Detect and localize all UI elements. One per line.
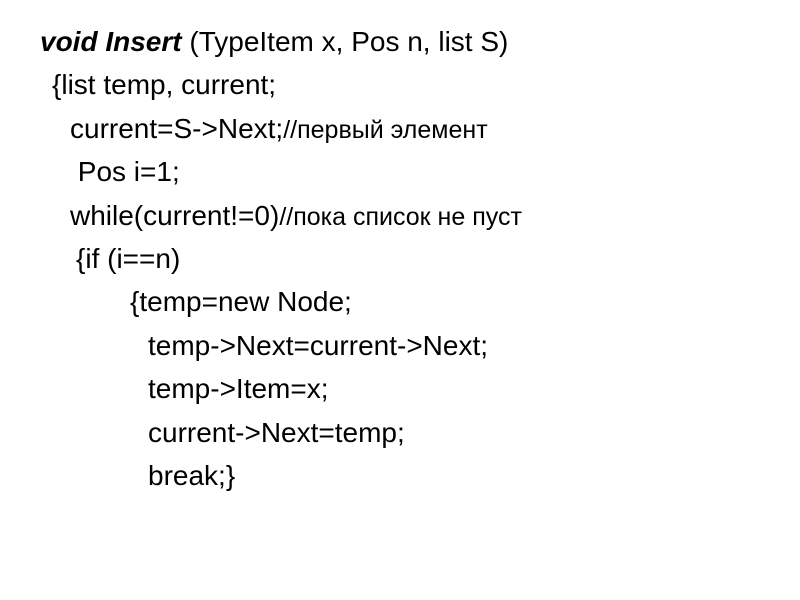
code-line-7: {temp=new Node;: [40, 280, 770, 323]
code-line-3: current=S->Next;//первый элемент: [40, 107, 770, 150]
function-signature-bold: void Insert: [40, 26, 189, 57]
code-line-10: current->Next=temp;: [40, 411, 770, 454]
code-line-4: Pos i=1;: [40, 150, 770, 193]
code-line-2: {list temp, current;: [40, 63, 770, 106]
code-line-6: {if (i==n): [40, 237, 770, 280]
code-line-8: temp->Next=current->Next;: [40, 324, 770, 367]
code-line-9: temp->Item=x;: [40, 367, 770, 410]
code-line-5-code: while(current!=0): [70, 200, 279, 231]
code-line-11: break;}: [40, 454, 770, 497]
code-line-3-comment: //первый элемент: [283, 116, 487, 144]
code-line-5-comment: //пока список не пуст: [279, 203, 522, 231]
code-line-3-code: current=S->Next;: [70, 113, 283, 144]
code-line-1: void Insert (TypeItem x, Pos n, list S): [40, 20, 770, 63]
code-line-5: while(current!=0)//пока список не пуст: [40, 194, 770, 237]
function-params: (TypeItem x, Pos n, list S): [189, 26, 508, 57]
